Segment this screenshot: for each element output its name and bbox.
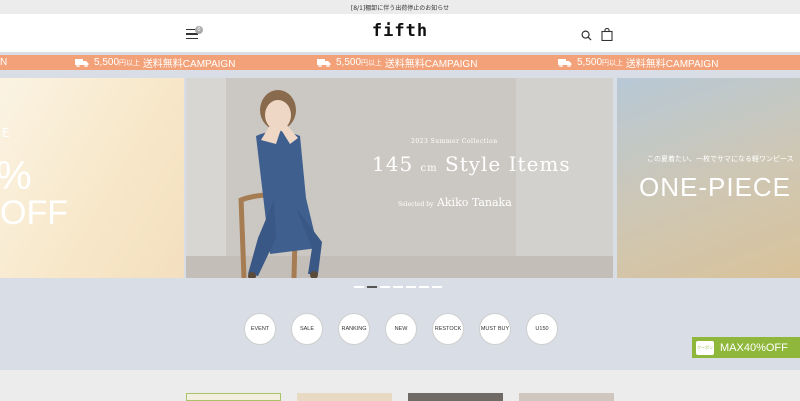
truck-icon <box>317 59 331 67</box>
slider-pagination[interactable] <box>354 286 442 288</box>
slide-subtitle: 2023 Summer Collection <box>411 138 498 145</box>
slide-previous[interactable]: E % OFF <box>0 78 184 278</box>
model-photo <box>186 78 613 278</box>
coupon-banner[interactable]: クーポン MAX40%OFF <box>692 337 800 358</box>
site-header: 0 fifth <box>0 14 800 52</box>
campaign-unit: 円以上 <box>361 59 383 67</box>
slider-dot[interactable] <box>406 286 416 288</box>
slider-dot[interactable] <box>419 286 429 288</box>
category-new[interactable]: NEW <box>385 313 417 345</box>
category-must-buy[interactable]: MUST BUY <box>479 313 511 345</box>
slide-current[interactable]: 2023 Summer Collection 145 cm Style Item… <box>186 78 613 278</box>
slide-right-title: ONE-PIECE <box>639 172 792 202</box>
slide-title: 145 cm Style Items <box>372 152 571 176</box>
content-thumbnail[interactable] <box>186 393 281 401</box>
slide-selected-by: Selected by Akiko Tanaka <box>398 196 512 209</box>
truck-icon <box>75 59 89 67</box>
campaign-text: 送料無料CAMPAIGN <box>384 59 478 70</box>
campaign-text: 送料無料CAMPAIGN <box>142 59 236 70</box>
campaign-fragment: N <box>0 57 8 68</box>
campaign-item: 5,500 円以上 送料無料CAMPAIGN <box>558 55 718 70</box>
campaign-amount: 5,500 <box>336 57 362 68</box>
campaign-item: 5,500 円以上 送料無料CAMPAIGN <box>75 55 235 70</box>
category-nav: EVENT SALE RANKING NEW RESTOCK MUST BUY … <box>244 313 558 345</box>
content-section <box>0 370 800 401</box>
slider-dot[interactable] <box>393 286 403 288</box>
category-event[interactable]: EVENT <box>244 313 276 345</box>
category-restock[interactable]: RESTOCK <box>432 313 464 345</box>
campaign-text: 送料無料CAMPAIGN <box>625 59 719 70</box>
slide-left-fragment: E <box>2 126 10 140</box>
content-thumbnail[interactable] <box>408 393 503 401</box>
slider-dot[interactable] <box>380 286 390 288</box>
slide-next[interactable]: この夏着たい、一枚でサマになる軽ワンピース ONE-PIECE <box>617 78 800 278</box>
slide-selected-name: Akiko Tanaka <box>436 196 512 209</box>
hero-slider[interactable]: E % OFF 2023 Summer Collection 145 cm St… <box>0 78 800 278</box>
campaign-unit: 円以上 <box>602 59 624 67</box>
coupon-tag: クーポン <box>696 340 714 355</box>
slide-title-text: Style Items <box>445 152 571 176</box>
slider-dot-active[interactable] <box>367 286 377 288</box>
slide-right-caption: この夏着たい、一枚でサマになる軽ワンピース <box>647 155 794 163</box>
campaign-ticker[interactable]: N 5,500 円以上 送料無料CAMPAIGN 5,500 円以上 送料無料CAM… <box>0 55 800 70</box>
campaign-item: 5,500 円以上 送料無料CAMPAIGN <box>317 55 477 70</box>
slider-dot[interactable] <box>432 286 442 288</box>
content-thumbnail[interactable] <box>297 393 392 401</box>
slide-title-unit: cm <box>420 163 438 174</box>
slide-left-off: OFF <box>0 194 68 232</box>
shopping-bag-icon[interactable] <box>601 28 613 41</box>
campaign-amount: 5,500 <box>577 57 603 68</box>
category-ranking[interactable]: RANKING <box>338 313 370 345</box>
slide-selected-label: Selected by <box>398 201 434 208</box>
site-logo[interactable]: fifth <box>0 21 800 41</box>
search-icon[interactable] <box>581 30 592 41</box>
coupon-text: MAX40%OFF <box>720 341 788 354</box>
slide-left-percent: % <box>0 156 32 196</box>
slide-title-num: 145 <box>372 152 414 176</box>
notice-text[interactable]: [8/1]棚卸に伴う出荷停止のお知らせ <box>351 3 449 12</box>
campaign-amount: 5,500 <box>94 57 120 68</box>
campaign-unit: 円以上 <box>119 59 141 67</box>
content-thumbnail[interactable] <box>519 393 614 401</box>
truck-icon <box>558 59 572 67</box>
slider-dot[interactable] <box>354 286 364 288</box>
category-u150[interactable]: U150 <box>526 313 558 345</box>
category-sale[interactable]: SALE <box>291 313 323 345</box>
notice-bar[interactable]: [8/1]棚卸に伴う出荷停止のお知らせ <box>0 0 800 14</box>
